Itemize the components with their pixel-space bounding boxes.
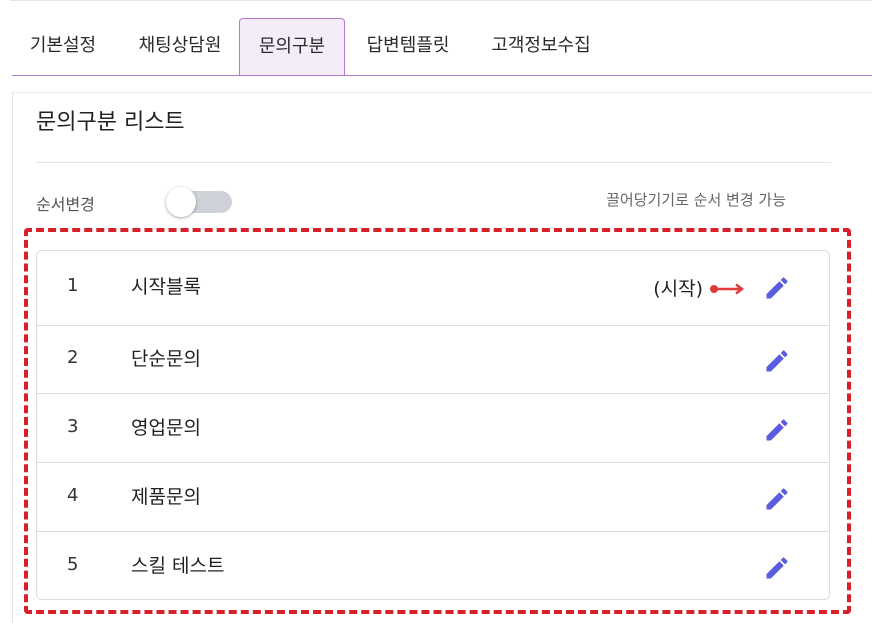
page-title: 문의구분 리스트 xyxy=(36,110,185,135)
arrow-right-icon xyxy=(710,283,745,295)
item-number: 5 xyxy=(67,554,79,575)
drag-hint-text: 끌어당기기로 순서 변경 가능 xyxy=(606,191,786,209)
tab-bar: 기본설정 채팅상담원 문의구분 답변템플릿 고객정보수집 xyxy=(12,18,872,76)
toggle-knob xyxy=(166,187,196,217)
item-name: 단순문의 xyxy=(131,348,201,370)
pencil-icon[interactable] xyxy=(763,554,791,582)
divider xyxy=(36,162,831,163)
item-name: 시작블록 xyxy=(131,276,201,298)
list-item[interactable]: 4 제품문의 xyxy=(37,463,829,532)
tab-chat-agents[interactable]: 채팅상담원 xyxy=(122,18,238,73)
item-name: 제품문의 xyxy=(131,486,201,508)
inquiry-type-list: 1 시작블록 (시작) 2 단순문의 3 영업문의 4 제품문의 5 스킬 테스… xyxy=(36,250,830,600)
tab-basic-settings[interactable]: 기본설정 xyxy=(12,18,114,73)
list-item[interactable]: 5 스킬 테스트 xyxy=(37,532,829,599)
start-label: (시작) xyxy=(653,278,703,300)
item-name: 영업문의 xyxy=(131,417,201,439)
item-number: 3 xyxy=(67,416,79,437)
reorder-label: 순서변경 xyxy=(36,195,95,214)
pencil-icon[interactable] xyxy=(763,485,791,513)
top-border xyxy=(10,0,872,1)
tab-answer-templates[interactable]: 답변템플릿 xyxy=(350,18,466,73)
list-item[interactable]: 3 영업문의 xyxy=(37,394,829,463)
tab-inquiry-types[interactable]: 문의구분 xyxy=(239,18,345,75)
reorder-toggle[interactable] xyxy=(166,187,232,217)
pencil-icon[interactable] xyxy=(763,274,791,302)
pencil-icon[interactable] xyxy=(763,416,791,444)
list-item[interactable]: 2 단순문의 xyxy=(37,326,829,394)
item-name: 스킬 테스트 xyxy=(131,555,225,577)
tab-customer-info[interactable]: 고객정보수집 xyxy=(474,18,608,73)
item-number: 1 xyxy=(67,275,79,296)
item-number: 2 xyxy=(67,347,79,368)
list-item[interactable]: 1 시작블록 (시작) xyxy=(37,251,829,326)
item-number: 4 xyxy=(67,485,79,506)
pencil-icon[interactable] xyxy=(763,347,791,375)
